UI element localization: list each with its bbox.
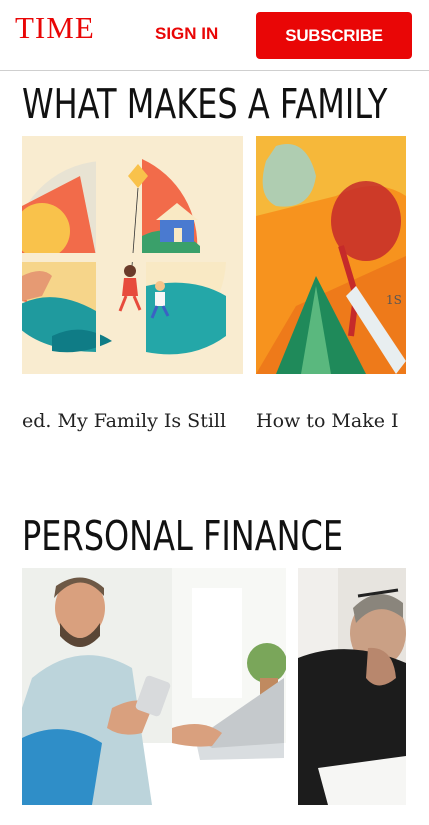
subscribe-button[interactable]: SUBSCRIBE bbox=[256, 12, 412, 59]
worried-man-photo[interactable] bbox=[298, 568, 406, 805]
section-title-family[interactable]: WHAT MAKES A FAMILY bbox=[22, 80, 387, 128]
svg-text:1S: 1S bbox=[386, 293, 402, 307]
article-card[interactable]: ed. My Family Is Still bbox=[22, 136, 243, 436]
family-carousel[interactable]: ed. My Family Is Still 1S How to Make I bbox=[0, 136, 429, 436]
section-title-personal-finance[interactable]: PERSONAL FINANCE bbox=[22, 512, 343, 560]
article-card[interactable] bbox=[298, 568, 406, 805]
sign-in-button[interactable]: SIGN IN bbox=[155, 24, 218, 44]
article-card-caption[interactable]: ed. My Family Is Still bbox=[22, 410, 243, 432]
article-card[interactable] bbox=[22, 568, 286, 805]
article-card-caption[interactable]: How to Make I bbox=[256, 410, 406, 432]
wine-glass-illustration-image[interactable]: 1S bbox=[256, 136, 406, 374]
man-with-phone-photo[interactable] bbox=[22, 568, 286, 805]
article-card[interactable]: 1S How to Make I bbox=[256, 136, 406, 436]
personal-finance-carousel[interactable] bbox=[0, 568, 429, 806]
family-illustration-image[interactable] bbox=[22, 136, 243, 374]
top-navigation-bar: TIME SIGN IN SUBSCRIBE bbox=[0, 0, 429, 71]
time-logo[interactable]: TIME bbox=[15, 10, 95, 46]
